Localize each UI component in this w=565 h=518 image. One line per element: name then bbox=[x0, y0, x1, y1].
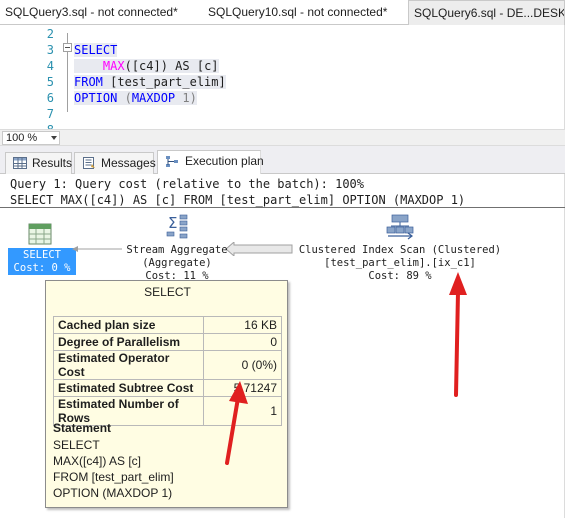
property-value: 16 KB bbox=[203, 316, 282, 334]
table-row: Degree of Parallelism 0 bbox=[53, 333, 282, 351]
line-number-gutter: 2 3 4 5 6 7 8 bbox=[0, 25, 58, 129]
query-cost-header: Query 1: Query cost (relative to the bat… bbox=[10, 177, 365, 191]
clustered-index-scan-object: [test_part_elim].[ix_c1] bbox=[324, 257, 476, 269]
code-text: ([c4]) AS [c] bbox=[124, 59, 219, 73]
tooltip-properties-table: Cached plan size 16 KB Degree of Paralle… bbox=[53, 316, 282, 426]
tab-execution-plan[interactable]: Execution plan bbox=[157, 150, 264, 175]
tooltip-title: SELECT bbox=[144, 285, 191, 299]
line-number: 2 bbox=[46, 27, 54, 41]
tab-messages[interactable]: Messages bbox=[74, 152, 156, 174]
statement-line: FROM [test_part_elim] bbox=[53, 470, 174, 484]
property-name: Degree of Parallelism bbox=[53, 333, 204, 351]
function-max: MAX bbox=[102, 59, 125, 73]
clustered-index-scan-name: Clustered Index Scan (Clustered) bbox=[298, 244, 502, 256]
property-value: 0 (0%) bbox=[203, 350, 282, 380]
statement-line: OPTION (MAXDOP 1) bbox=[53, 486, 173, 500]
line-number: 4 bbox=[46, 59, 54, 73]
zoom-value: 100 % bbox=[6, 132, 38, 144]
query-editor[interactable]: 2 3 4 5 6 7 8 SELECT MAX([c4]) AS [c] FR… bbox=[0, 25, 565, 129]
line-number: 3 bbox=[46, 43, 54, 57]
keyword-option: OPTION bbox=[74, 91, 118, 105]
messages-icon bbox=[83, 157, 95, 169]
code-line-4[interactable]: MAX([c4]) AS [c] bbox=[74, 59, 219, 73]
plan-icon bbox=[166, 156, 178, 167]
select-operator-icon[interactable] bbox=[28, 223, 52, 245]
outline-line bbox=[67, 52, 68, 112]
keyword-maxdop: MAXDOP bbox=[131, 91, 176, 105]
table-row: Cached plan size 16 KB bbox=[53, 316, 282, 334]
chevron-down-icon bbox=[51, 136, 57, 140]
result-tab-strip: Results Messages Execution plan bbox=[0, 146, 565, 175]
code-text: 1) bbox=[175, 91, 197, 105]
tab-execution-plan-label: Execution plan bbox=[185, 154, 264, 168]
line-number: 5 bbox=[46, 75, 54, 89]
editor-status-bar: 100 % bbox=[0, 129, 565, 146]
statement-line: MAX([c4]) AS [c] bbox=[53, 454, 142, 468]
outline-line bbox=[67, 33, 68, 43]
tab-results-label: Results bbox=[32, 156, 73, 170]
code-text: [test_part_elim] bbox=[102, 75, 226, 89]
code-line-6[interactable]: OPTION (MAXDOP 1) bbox=[74, 91, 197, 105]
property-value: 5.71247 bbox=[203, 379, 282, 397]
query-text: SELECT MAX([c4]) AS [c] FROM [test_part_… bbox=[10, 193, 466, 207]
table-row: Estimated Subtree Cost 5.71247 bbox=[53, 379, 282, 397]
code-line-3[interactable]: SELECT bbox=[74, 43, 118, 57]
tab-results[interactable]: Results bbox=[5, 152, 72, 174]
code-text: ( bbox=[117, 91, 132, 105]
statement-line: SELECT bbox=[53, 438, 100, 452]
clustered-index-scan-icon[interactable] bbox=[386, 214, 414, 242]
property-name: Cached plan size bbox=[53, 316, 204, 334]
code-line-5[interactable]: FROM [test_part_elim] bbox=[74, 75, 226, 89]
grid-icon bbox=[13, 157, 27, 169]
doc-tab-sqlquery10[interactable]: SQLQuery10.sql - not connected* bbox=[203, 0, 405, 25]
select-operator-label[interactable]: SELECT Cost: 0 % bbox=[8, 248, 76, 275]
tab-messages-label: Messages bbox=[101, 156, 156, 170]
document-tab-strip: SQLQuery3.sql - not connected* SQLQuery1… bbox=[0, 0, 565, 25]
operator-tooltip: SELECT Cached plan size 16 KB Degree of … bbox=[45, 280, 288, 508]
stream-aggregate-sub: (Aggregate) bbox=[142, 257, 212, 269]
divider bbox=[0, 207, 565, 208]
table-row: Estimated Operator Cost 0 (0%) bbox=[53, 350, 282, 380]
select-operator-name: SELECT bbox=[23, 249, 61, 261]
property-value: 1 bbox=[203, 396, 282, 426]
stream-aggregate-icon[interactable]: Σ bbox=[164, 213, 190, 241]
doc-tab-sqlquery6[interactable]: SQLQuery6.sql - DE...DESKTO bbox=[408, 0, 565, 25]
line-number: 7 bbox=[46, 107, 54, 121]
zoom-dropdown[interactable]: 100 % bbox=[2, 131, 60, 145]
select-operator-cost: Cost: 0 % bbox=[13, 262, 71, 274]
statement-heading: Statement bbox=[53, 421, 112, 435]
stream-aggregate-name: Stream Aggregate bbox=[126, 244, 228, 256]
svg-text:Σ: Σ bbox=[168, 214, 177, 232]
line-number: 6 bbox=[46, 91, 54, 105]
keyword-from: FROM bbox=[74, 75, 103, 89]
property-name: Estimated Subtree Cost bbox=[53, 379, 204, 397]
clustered-index-scan-cost: Cost: 89 % bbox=[368, 270, 432, 282]
keyword-select: SELECT bbox=[74, 43, 118, 57]
doc-tab-sqlquery3[interactable]: SQLQuery3.sql - not connected* bbox=[0, 0, 200, 25]
property-value: 0 bbox=[203, 333, 282, 351]
property-name: Estimated Operator Cost bbox=[53, 350, 204, 380]
collapse-toggle-icon[interactable] bbox=[63, 43, 72, 52]
